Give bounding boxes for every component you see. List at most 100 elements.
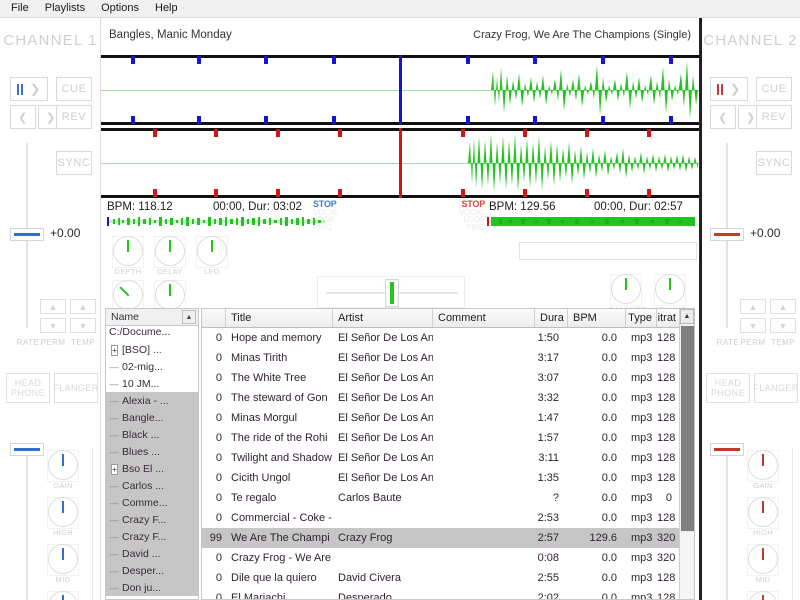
table-row[interactable]: 99We Are The ChampiCrazy Frog2:57129.6mp… [202, 528, 679, 548]
effect-lfo-knob[interactable]: LFO [195, 236, 229, 276]
crossfader[interactable] [317, 276, 465, 308]
deck2-playhead[interactable] [399, 128, 402, 198]
deck2-pause-play-button[interactable]: ❯ [710, 77, 748, 101]
column-header-type[interactable]: Type [626, 309, 657, 327]
effect-depth-knob[interactable]: DEPTH [111, 236, 145, 276]
deck2-temp-down-button[interactable]: ▼ [770, 318, 796, 333]
deck1-perm-up-button[interactable]: ▲ [40, 299, 66, 314]
tree-node[interactable]: —Comme... [106, 494, 199, 511]
deck2-volume-fader-track[interactable] [726, 443, 728, 600]
column-header-duration[interactable]: Dura [535, 309, 568, 327]
effect-delay-knob[interactable]: DELAY [153, 236, 187, 276]
tree-node[interactable]: —Edume... [106, 596, 199, 599]
deck1-pitch-fader-handle[interactable] [10, 228, 44, 241]
deck1-perm-down-button[interactable]: ▼ [40, 318, 66, 333]
menu-item-playlists[interactable]: Playlists [38, 0, 92, 17]
deck1-waveform[interactable] [101, 55, 699, 125]
deck1-temp-down-button[interactable]: ▼ [70, 318, 96, 333]
plus-icon[interactable]: + [111, 464, 118, 475]
folder-tree-body[interactable]: C:/Docume... +[BSO] ...—02-mig...—10 JM.… [106, 326, 199, 599]
tree-node[interactable]: +Bso El ... [106, 460, 199, 477]
tree-node[interactable]: —10 JM... [106, 375, 199, 392]
tree-node[interactable]: —Don ju... [106, 579, 199, 596]
tree-node[interactable]: +[BSO] ... [106, 341, 199, 358]
deck1-high-knob[interactable]: HIGH [46, 497, 80, 537]
table-row[interactable]: 0The steward of GonEl Señor De Los Anil3… [202, 388, 679, 408]
deck2-perm-up-button[interactable]: ▲ [740, 299, 766, 314]
tree-node[interactable]: —02-mig... [106, 358, 199, 375]
deck2-mid-knob[interactable]: MID [746, 544, 780, 584]
deck1-mid-knob[interactable]: MID [46, 544, 80, 584]
deck2-flanger-button[interactable]: FLANGER [754, 373, 798, 403]
tree-node[interactable]: —Alexia - ... [106, 392, 199, 409]
deck2-temp-up-button[interactable]: ▲ [770, 299, 796, 314]
deck1-sync-button[interactable]: SYNC [56, 151, 92, 175]
deck2-volume-fader-handle[interactable] [710, 443, 744, 456]
deck2-waveform[interactable] [101, 128, 699, 198]
column-header-artist[interactable]: Artist [333, 309, 433, 327]
track-list[interactable]: Title Artist Comment Dura BPM Type Bitra… [201, 308, 695, 600]
menu-item-help[interactable]: Help [148, 0, 185, 17]
deck1-temp-up-button[interactable]: ▲ [70, 299, 96, 314]
table-row[interactable]: 0El MariachiDesperado2:020.0mp3128 [202, 588, 679, 599]
tree-node[interactable]: —Crazy F... [106, 528, 199, 545]
table-row[interactable]: 0Hope and memoryEl Señor De Los Anil1:50… [202, 328, 679, 348]
deck2-rev-button[interactable]: REV [756, 105, 792, 129]
tree-node[interactable]: —Blues ... [106, 443, 199, 460]
scroll-up-icon[interactable]: ▲ [680, 309, 694, 324]
deck1-playhead[interactable] [399, 55, 402, 125]
table-row[interactable]: 0Twilight and ShadowEl Señor De Los Anil… [202, 448, 679, 468]
column-header-index[interactable] [202, 309, 226, 327]
expand-toggle-icon[interactable]: + [108, 464, 120, 474]
menu-item-file[interactable]: File [4, 0, 36, 17]
deck1-prev-button[interactable]: ❮ [10, 105, 36, 129]
tree-node[interactable]: —Crazy F... [106, 511, 199, 528]
table-row[interactable]: 0Cicith UngolEl Señor De Los Anil1:350.0… [202, 468, 679, 488]
deck1-flanger-button[interactable]: FLANGER [54, 373, 98, 403]
column-header-title[interactable]: Title [226, 309, 333, 327]
track-list-scrollbar[interactable]: ▲ [679, 309, 694, 599]
deck1-pause-play-button[interactable]: ❯ [10, 77, 48, 101]
deck2-high-knob[interactable]: HIGH [746, 497, 780, 537]
deck2-pitch-fader-handle[interactable] [710, 228, 744, 241]
expand-toggle-icon[interactable]: + [108, 345, 120, 355]
deck2-overview-waveform[interactable] [487, 217, 695, 226]
table-row[interactable]: 0The ride of the RohiEl Señor De Los Ani… [202, 428, 679, 448]
deck2-perm-down-button[interactable]: ▼ [740, 318, 766, 333]
deck2-sync-button[interactable]: SYNC [756, 151, 792, 175]
deck2-gain-knob[interactable]: GAIN [746, 450, 780, 490]
deck2-headphone-button[interactable]: HEAD PHONE [706, 373, 750, 403]
table-row[interactable]: 0Commercial - Coke -2:530.0mp3128 [202, 508, 679, 528]
deck1-low-knob[interactable]: LOW [46, 591, 80, 600]
deck2-prev-button[interactable]: ❮ [710, 105, 736, 129]
folder-tree-root[interactable]: C:/Docume... [106, 326, 199, 341]
table-row[interactable]: 0Crazy Frog - We Are0:080.0mp3320 [202, 548, 679, 568]
sort-ascending-icon[interactable]: ▲ [182, 310, 196, 324]
tree-node[interactable]: —Bangle... [106, 409, 199, 426]
table-row[interactable]: 0Dile que la quieroDavid Civera2:550.0mp… [202, 568, 679, 588]
table-row[interactable]: 0The White TreeEl Señor De Los Anil3:070… [202, 368, 679, 388]
menu-item-options[interactable]: Options [94, 0, 146, 17]
deck1-headphone-button[interactable]: HEAD PHONE [6, 373, 50, 403]
table-row[interactable]: 0Minas MorgulEl Señor De Los Anil1:470.0… [202, 408, 679, 428]
scrollbar-thumb[interactable] [681, 326, 694, 531]
deck1-gain-knob[interactable]: GAIN [46, 450, 80, 490]
deck2-cue-button[interactable]: CUE [756, 77, 792, 101]
deck2-stop-loop-badge[interactable]: STOP VOCAL LOOP PING [453, 201, 485, 231]
deck1-rev-button[interactable]: REV [56, 105, 92, 129]
column-header-comment[interactable]: Comment [433, 309, 535, 327]
column-header-bitrate[interactable]: Bitrat [657, 309, 681, 327]
folder-tree[interactable]: Name ▲ C:/Docume... +[BSO] ...—02-mig...… [105, 308, 199, 600]
deck2-low-knob[interactable]: LOW [746, 591, 780, 600]
track-list-rows[interactable]: 0Hope and memoryEl Señor De Los Anil1:50… [202, 328, 679, 599]
column-header-bpm[interactable]: BPM [568, 309, 626, 327]
deck1-cue-button[interactable]: CUE [56, 77, 92, 101]
deck1-volume-fader-handle[interactable] [10, 443, 44, 456]
scrollbar-track[interactable] [680, 533, 695, 599]
tree-node[interactable]: —David ... [106, 545, 199, 562]
tree-node[interactable]: —Carlos ... [106, 477, 199, 494]
plus-icon[interactable]: + [111, 345, 118, 356]
table-row[interactable]: 0Te regaloCarlos Baute?0.0mp30 [202, 488, 679, 508]
tree-node[interactable]: —Desper... [106, 562, 199, 579]
table-row[interactable]: 0Minas TirithEl Señor De Los Anil3:170.0… [202, 348, 679, 368]
